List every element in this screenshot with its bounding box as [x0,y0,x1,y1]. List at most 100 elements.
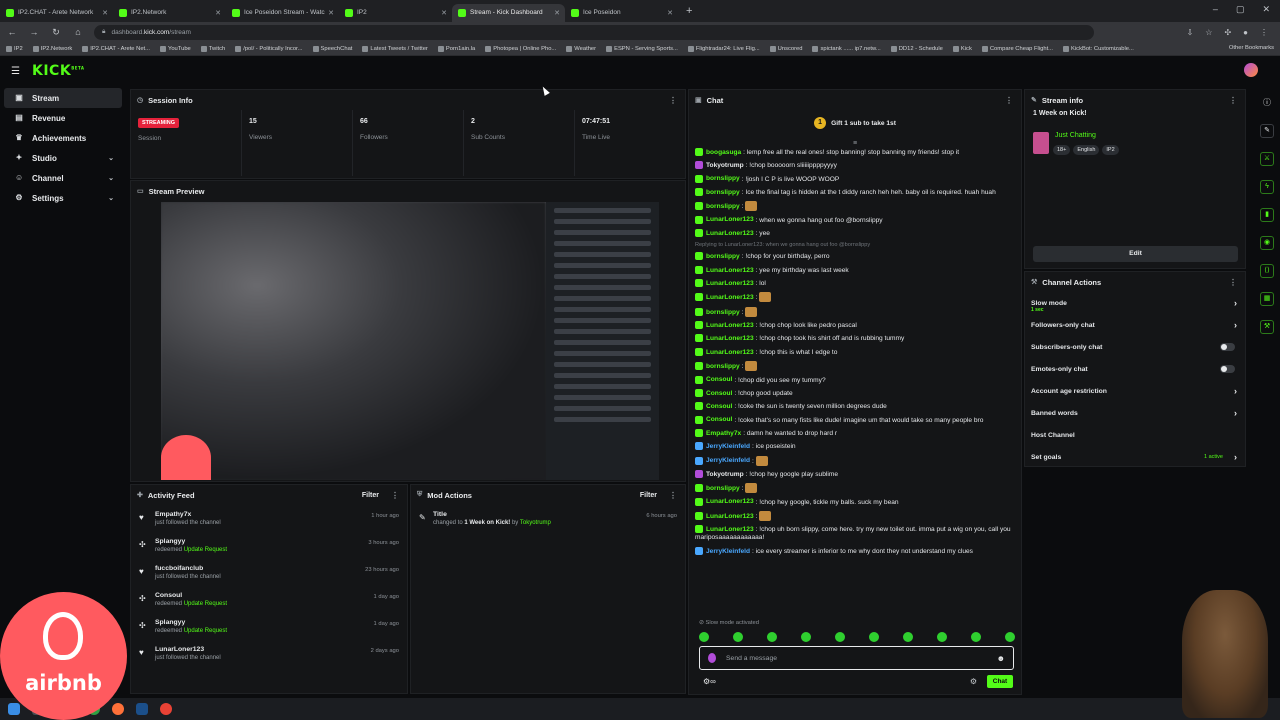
chat-username[interactable]: LunarLoner123 [706,498,754,505]
bookmark-item[interactable]: YouTube [160,45,191,52]
bookmark-item[interactable]: IP2 [6,45,23,52]
chat-username[interactable]: bornslippy [706,253,740,260]
toggle-switch[interactable] [1220,343,1235,351]
chat-username[interactable]: bornslippy [706,485,740,492]
steam-icon[interactable] [136,703,148,715]
chat-username[interactable]: Tokyotrump [706,162,744,169]
channel-action-set-goals[interactable]: Set goals 1 active › [1025,446,1245,468]
close-icon[interactable]: ✕ [1262,4,1270,15]
chat-username[interactable]: LunarLoner123 [706,294,754,301]
chat-send-button[interactable]: Chat [987,675,1013,688]
bookmark-item[interactable]: Compare Cheap Flight... [981,45,1053,52]
emote[interactable] [971,632,981,642]
browser-tab[interactable]: Ice Poseidon Stream - Watc ✕ [226,4,339,22]
chat-username[interactable]: Consoul [706,416,732,423]
emote[interactable] [869,632,879,642]
calendar-icon[interactable]: ▦ [1260,292,1274,306]
more-options-icon[interactable]: ⋮ [669,491,677,500]
bookmark-item[interactable]: SpeechChat [312,45,352,52]
chat-username[interactable]: LunarLoner123 [706,526,754,533]
sidebar-item-channel[interactable]: ☺ Channel ⌄ [4,168,122,188]
chat-username[interactable]: bornslippy [706,175,740,182]
chat-username[interactable]: LunarLoner123 [706,335,754,342]
more-options-icon[interactable]: ⋮ [669,96,677,105]
chat-username[interactable]: LunarLoner123 [706,230,754,237]
more-options-icon[interactable]: ⋮ [1229,96,1237,105]
chat-username[interactable]: Consoul [706,403,732,410]
tab-close-icon[interactable]: ✕ [441,9,447,17]
sidebar-item-revenue[interactable]: ▤ Revenue [4,108,122,128]
tab-close-icon[interactable]: ✕ [102,9,108,17]
channel-action-banned-words[interactable]: Banned words › [1025,402,1245,424]
browser-tab[interactable]: IP2.Network ✕ [113,4,226,22]
chat-username[interactable]: Consoul [706,376,732,383]
chat-username[interactable]: LunarLoner123 [706,349,754,356]
bookmark-item[interactable]: Flightradar24: Live Flig... [687,45,760,52]
download-icon[interactable]: ⇩ [1187,28,1194,37]
chat-username[interactable]: bornslippy [706,189,740,196]
activity-username[interactable]: Consoul [155,592,227,599]
activity-username[interactable]: Empathy7x [155,511,221,518]
channel-action-emotes-only-chat[interactable]: Emotes-only chat [1025,358,1245,380]
more-options-icon[interactable]: ⋮ [1229,278,1237,287]
chat-message-input[interactable]: Send a message ☻ [699,646,1014,670]
chat-username[interactable]: bornslippy [706,203,740,210]
reload-icon[interactable]: ↻ [50,27,62,38]
chevron-right-icon[interactable]: › [1234,298,1237,308]
tab-close-icon[interactable]: ✕ [328,9,334,17]
sidebar-item-stream[interactable]: ▣ Stream [4,88,122,108]
chat-username[interactable]: LunarLoner123 [706,267,754,274]
chevron-right-icon[interactable]: › [1234,386,1237,396]
emote[interactable] [733,632,743,642]
emote[interactable] [801,632,811,642]
bookmark-item[interactable]: /pol/ - Politically Incor... [235,45,303,52]
channel-action-host-channel[interactable]: Host Channel [1025,424,1245,446]
sidebar-item-settings[interactable]: ⚙ Settings ⌄ [4,188,122,208]
chat-username[interactable]: bornslippy [706,363,740,370]
chat-username[interactable]: JerryKleinfeld [706,457,750,464]
gift-sub-banner[interactable]: 1 Gift 1 sub to take 1st [689,117,1021,129]
channel-action-slow-mode[interactable]: Slow mode 1 sec › [1025,292,1245,314]
chat-username[interactable]: Tokyotrump [706,471,744,478]
tab-close-icon[interactable]: ✕ [667,9,673,17]
maximize-icon[interactable]: ▢ [1236,4,1245,15]
browser-tab[interactable]: Stream - Kick Dashboard ✕ [452,3,565,22]
chat-identity-icon[interactable] [708,653,716,663]
forward-icon[interactable]: → [28,27,40,37]
more-options-icon[interactable]: ⋮ [1005,96,1013,105]
bookmark-item[interactable]: IP2.CHAT - Arete Net... [82,45,150,52]
emote[interactable] [767,632,777,642]
emote[interactable] [699,632,709,642]
home-icon[interactable]: ⌂ [72,27,84,37]
chat-username[interactable]: Empathy7x [706,430,741,437]
clip-icon[interactable]: ▮ [1260,208,1274,222]
stream-category[interactable]: Just Chatting [1055,132,1096,139]
bookmark-item[interactable]: DD12 - Schedule [890,45,943,52]
chat-username[interactable]: JerryKleinfeld [706,443,750,450]
tab-close-icon[interactable]: ✕ [215,9,221,17]
chat-username[interactable]: boogasuga [706,149,741,156]
browser-tab[interactable]: IP2 ✕ [339,4,452,22]
activity-username[interactable]: Splangyy [155,619,227,626]
raid-icon[interactable]: ⚔ [1260,152,1274,166]
bookmark-item[interactable]: Porn1ain.la [437,45,475,52]
star-icon[interactable]: ☆ [1205,28,1212,37]
minimize-icon[interactable]: – [1213,4,1218,15]
stream-preview-video[interactable] [161,202,659,480]
activity-filter-button[interactable]: Filter [362,492,379,499]
bookmark-item[interactable]: ESPN - Serving Sports... [606,45,678,52]
bookmark-item[interactable]: Twitch [200,45,225,52]
chat-username[interactable]: bornslippy [706,309,740,316]
code-icon[interactable]: ⟨⟩ [1260,264,1274,278]
chat-username[interactable]: LunarLoner123 [706,280,754,287]
firefox-icon[interactable] [112,703,124,715]
url-field[interactable]: 🔒︎ dashboard.kick.com/stream [94,24,1094,40]
browser-tab[interactable]: IP2.CHAT - Arete Network ✕ [0,4,113,22]
channel-action-account-age-restriction[interactable]: Account age restriction › [1025,380,1245,402]
chevron-right-icon[interactable]: › [1234,408,1237,418]
browser-tab[interactable]: Ice Poseidon ✕ [565,4,678,22]
chat-settings-icon[interactable]: ⚙ [970,677,977,686]
bookmark-item[interactable]: Unscored [769,45,802,52]
chevron-right-icon[interactable]: › [1234,320,1237,330]
channel-action-followers-only-chat[interactable]: Followers-only chat › [1025,314,1245,336]
